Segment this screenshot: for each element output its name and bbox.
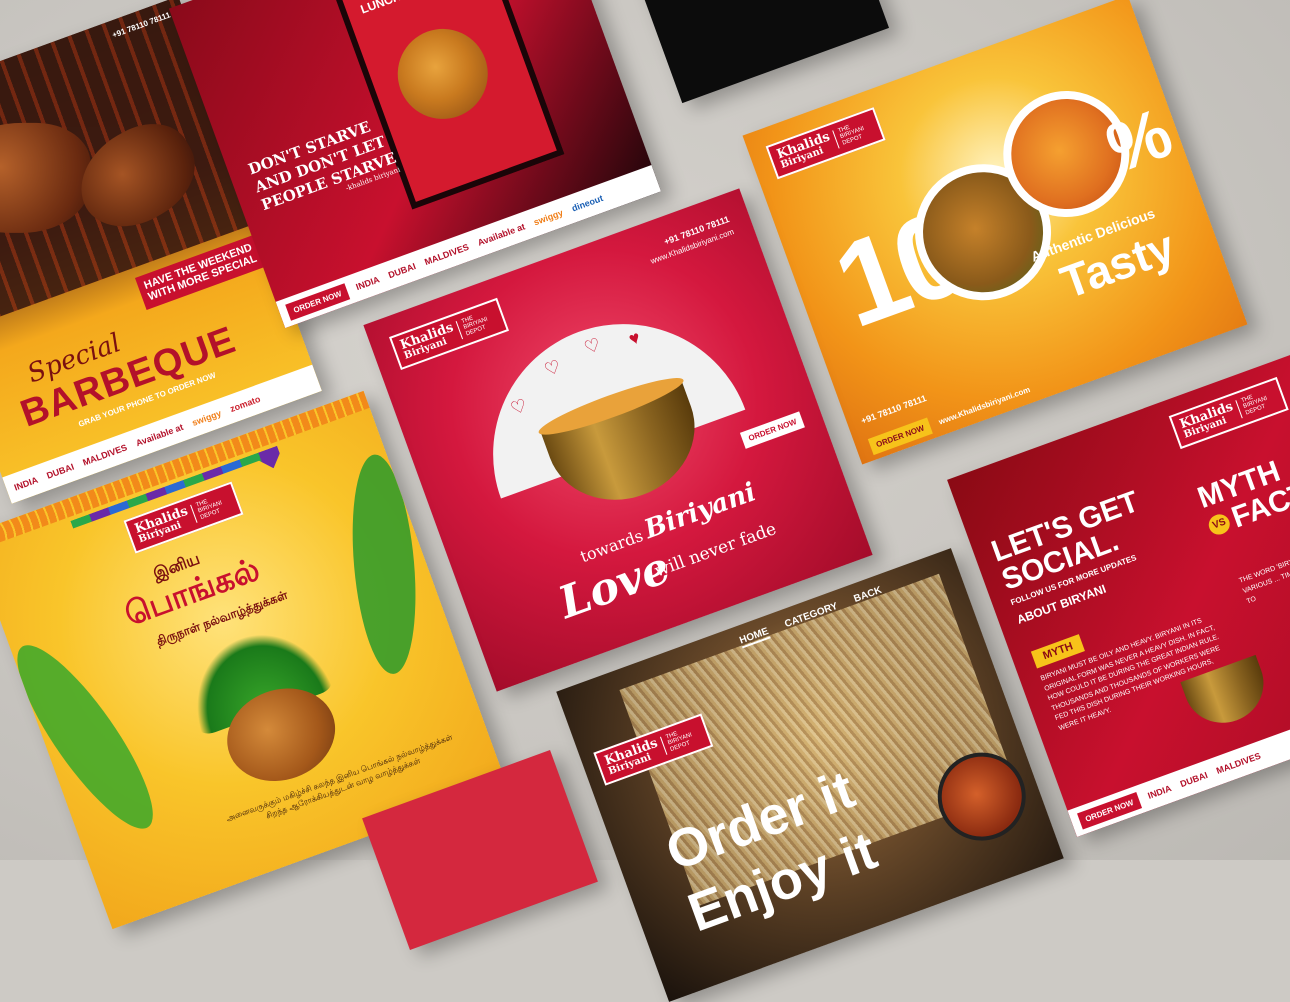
location-dubai: DUBAI (386, 261, 418, 281)
brand-tagline: THE BIRIYANI DEPOT (190, 491, 234, 524)
location-india: INDIA (12, 474, 40, 493)
location-maldives: MALDIVES (1214, 750, 1263, 776)
brand-logo: Khalids Biriyani THE BIRIYANI DEPOT (123, 481, 244, 554)
dineout-logo: dineout (570, 193, 605, 214)
vs-badge: VS (1205, 511, 1233, 538)
brand-tagline: THE BIRIYANI DEPOT (1235, 386, 1280, 419)
brand-tagline: THE BIRIYANI DEPOT (455, 307, 500, 340)
fact-body: THE WORD 'BIRYANI' ... THERE ARE VARIOUS… (1238, 537, 1290, 606)
social-heading: LET'S GET SOCIAL. FOLLOW US FOR MORE UPD… (987, 485, 1164, 627)
myth-fact-title: MYTH VS FACT (1193, 450, 1290, 542)
brand-logo: Khalids Biriyani THE BIRIYANI DEPOT (389, 297, 510, 371)
location-india: INDIA (1146, 783, 1173, 801)
starve-text: DON'T STARVE AND DON'T LET PEOPLE STARVE… (246, 113, 402, 223)
brand-tagline: THE BIRIYANI DEPOT (660, 723, 704, 756)
location-maldives: MALDIVES (81, 442, 129, 468)
zomato-logo: zomato (228, 393, 262, 415)
location-india: INDIA (354, 274, 381, 293)
location-maldives: MALDIVES (423, 241, 471, 268)
swiggy-logo: swiggy (532, 207, 565, 228)
location-dubai: DUBAI (1178, 769, 1209, 790)
brand-tagline: THE BIRIYANI DEPOT (832, 116, 876, 149)
swiggy-logo: swiggy (190, 408, 223, 428)
order-now-button[interactable]: ORDER NOW (740, 411, 805, 449)
location-dubai: DUBAI (45, 461, 76, 481)
